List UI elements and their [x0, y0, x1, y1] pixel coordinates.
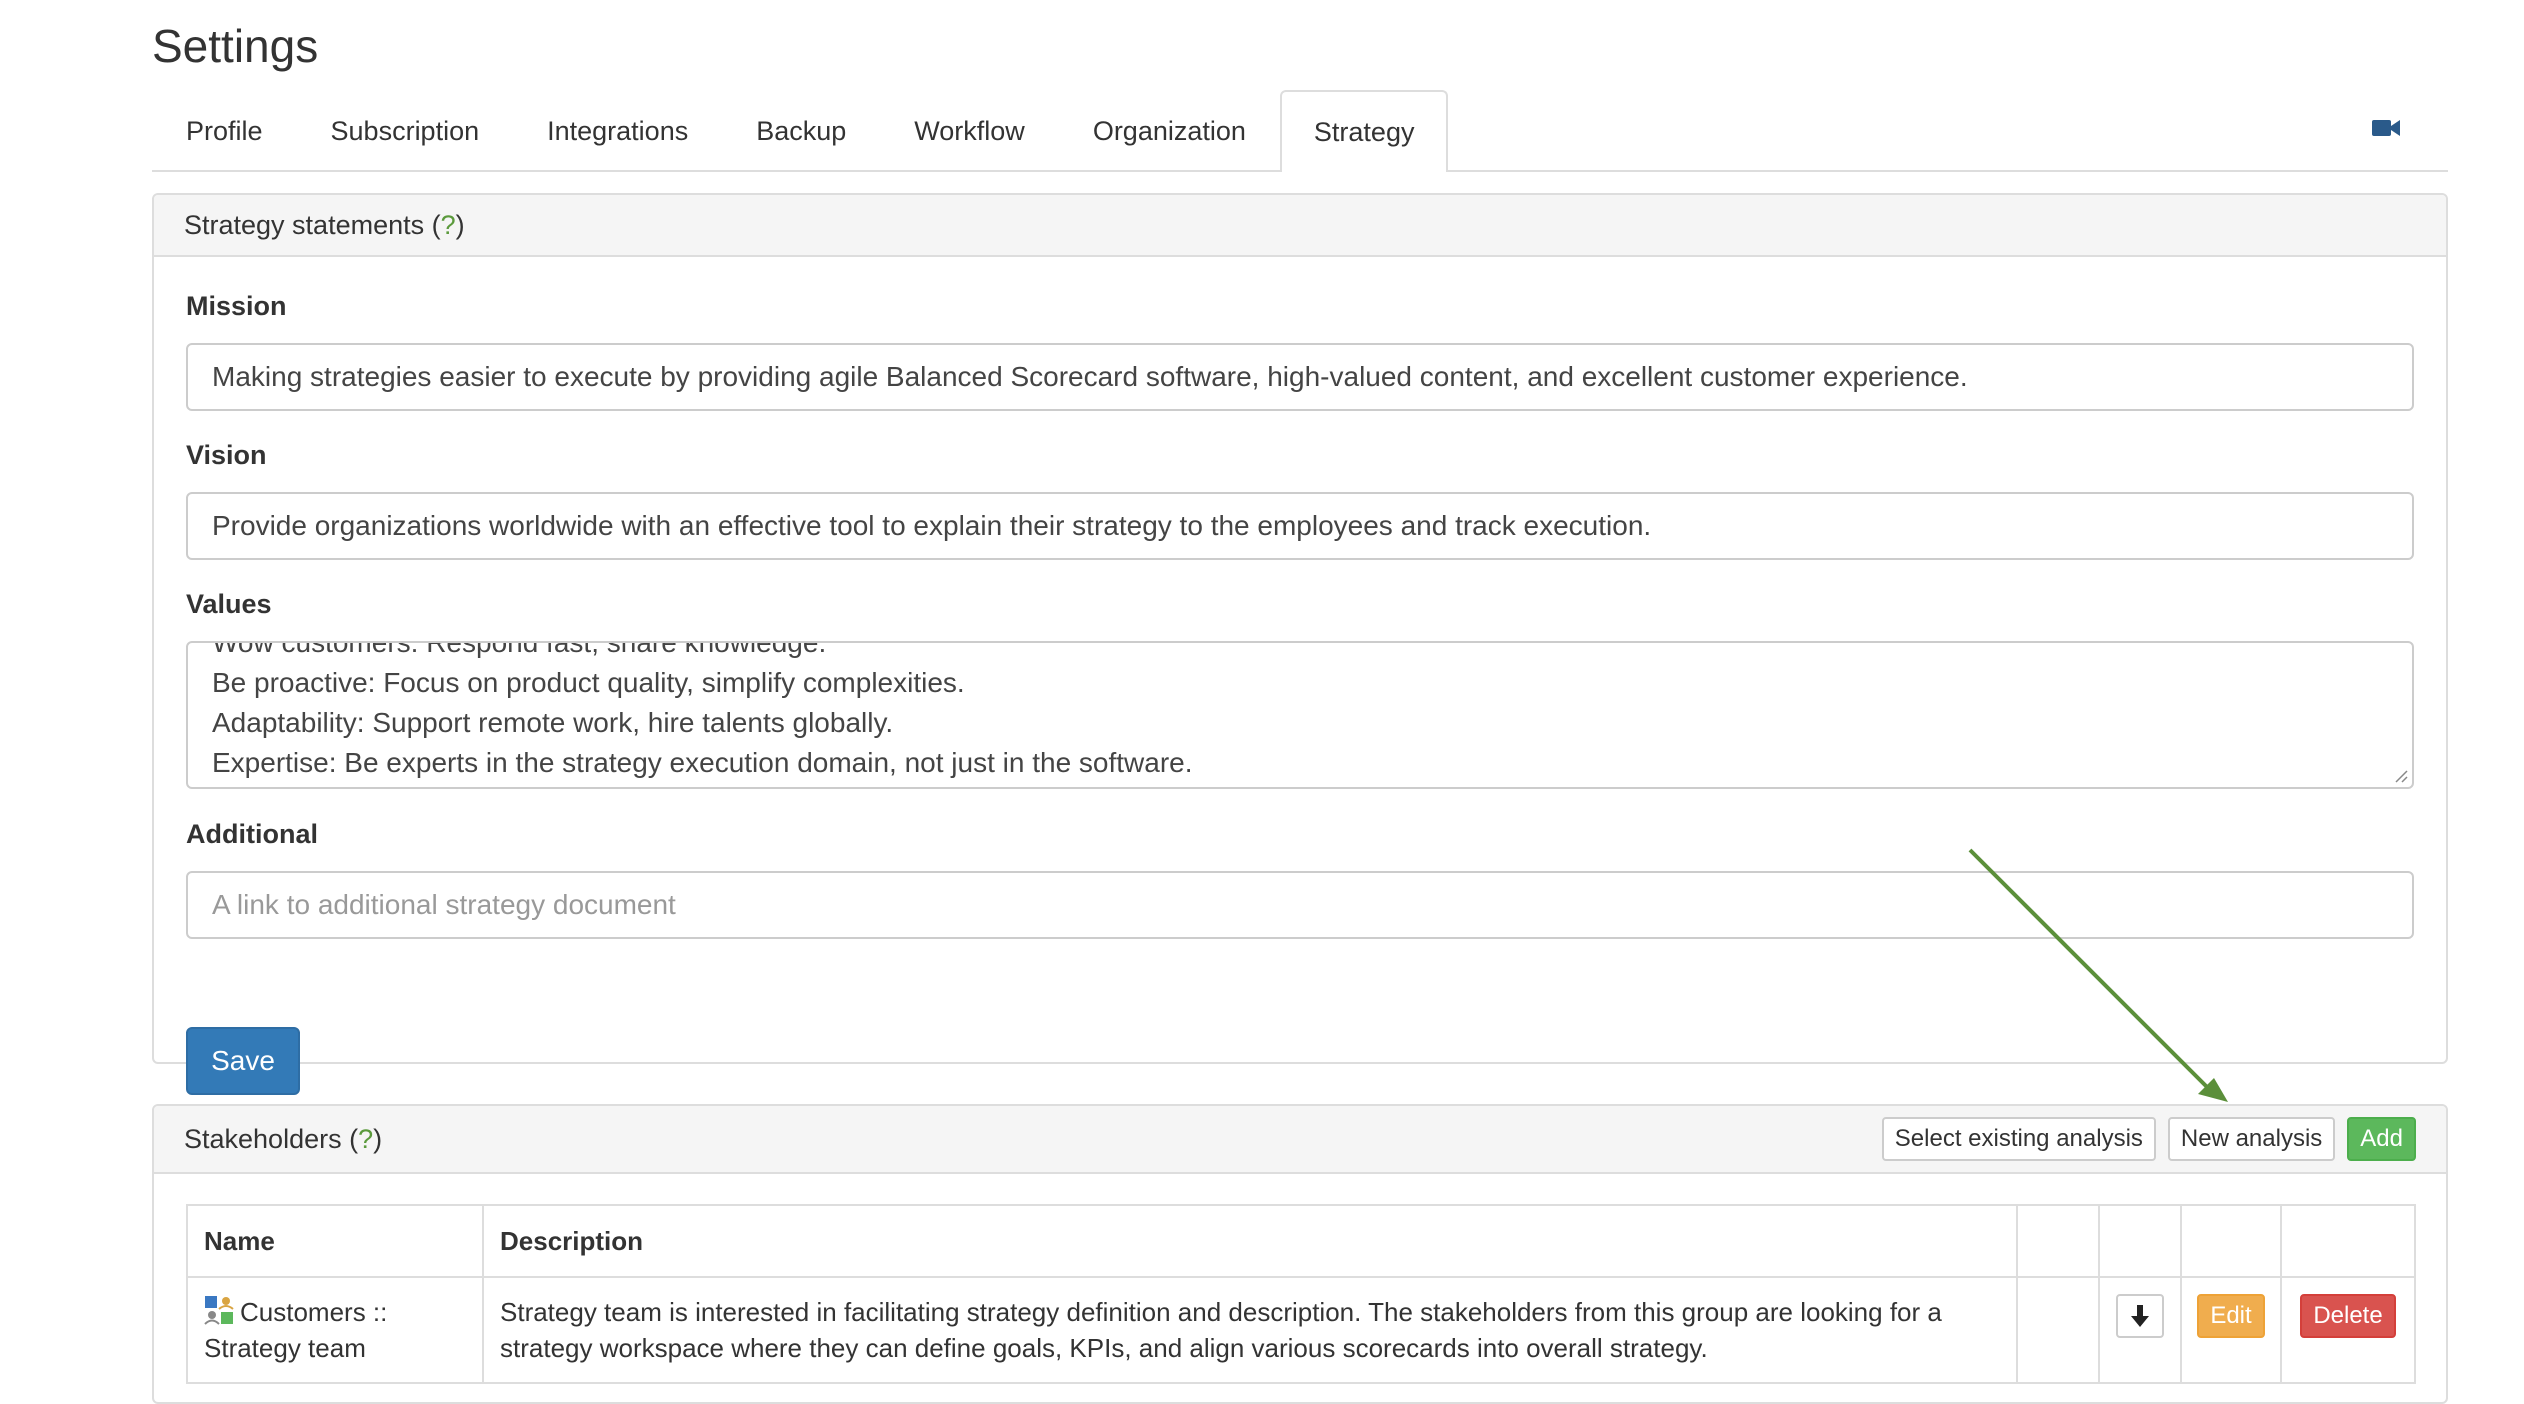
- additional-input[interactable]: A link to additional strategy document: [186, 871, 2414, 939]
- table-row: Customers :: Strategy team Strategy team…: [186, 1276, 2416, 1384]
- stakeholder-name-line[interactable]: Strategy team: [204, 1333, 366, 1363]
- stakeholders-actions: Select existing analysis New analysis Ad…: [1881, 1117, 2416, 1161]
- stakeholders-table-wrap: Name Description Customers:: Strategy t…: [186, 1204, 2416, 1384]
- arrow-down-icon: [2131, 1305, 2149, 1327]
- move-column-header: [2098, 1204, 2182, 1278]
- stakeholders-panel: Stakeholders (?) Select existing analysi…: [152, 1104, 2448, 1404]
- settings-tabs: Profile Subscription Integrations Backup…: [152, 90, 2448, 172]
- edit-column-header: [2180, 1204, 2282, 1278]
- strategy-heading-paren: ): [455, 209, 465, 240]
- stakeholders-heading: Stakeholders (?) Select existing analysi…: [154, 1106, 2446, 1174]
- edit-stakeholder-button[interactable]: Edit: [2197, 1294, 2265, 1338]
- delete-column-header: [2280, 1204, 2416, 1278]
- values-line: Be proactive: Focus on product quality, …: [212, 667, 965, 698]
- vision-input[interactable]: Provide organizations worldwide with an …: [186, 492, 2414, 560]
- stakeholders-heading-paren: ): [373, 1123, 383, 1154]
- stakeholder-group-icon: [204, 1296, 234, 1325]
- stakeholder-empty-cell: [2016, 1276, 2100, 1384]
- vision-label: Vision: [186, 440, 267, 470]
- select-existing-analysis-button[interactable]: Select existing analysis: [1881, 1117, 2156, 1161]
- stakeholders-help-link[interactable]: ?: [358, 1124, 373, 1154]
- name-column-header: Name: [186, 1204, 484, 1278]
- values-textarea[interactable]: Wow customers: Respond fast, share knowl…: [186, 641, 2414, 789]
- values-line: Wow customers: Respond fast, share knowl…: [212, 641, 827, 658]
- page-title: Settings: [152, 20, 319, 72]
- stakeholder-delete-cell: Delete: [2280, 1276, 2416, 1384]
- table-header-row: Name Description: [186, 1204, 2416, 1278]
- move-down-button[interactable]: [2116, 1294, 2164, 1338]
- strategy-help-link[interactable]: ?: [441, 210, 456, 241]
- tab-integrations[interactable]: Integrations: [513, 90, 722, 170]
- stakeholder-edit-cell: Edit: [2180, 1276, 2282, 1384]
- tab-workflow[interactable]: Workflow: [880, 90, 1059, 170]
- mission-input[interactable]: Making strategies easier to execute by p…: [186, 343, 2414, 411]
- tab-profile[interactable]: Profile: [152, 90, 297, 170]
- mission-label: Mission: [186, 291, 287, 321]
- tab-organization[interactable]: Organization: [1059, 90, 1280, 170]
- stakeholders-title: Stakeholders (: [184, 1123, 359, 1154]
- values-line: Expertise: Be experts in the strategy ex…: [212, 747, 1193, 778]
- values-line: Adaptability: Support remote work, hire …: [212, 707, 894, 738]
- strategy-statements-title: Strategy statements (: [184, 209, 441, 240]
- stakeholder-name-cell: Customers :: Strategy team: [186, 1276, 484, 1384]
- resize-grip-icon[interactable]: [2392, 767, 2408, 783]
- video-camera-icon[interactable]: [2372, 118, 2400, 138]
- delete-stakeholder-button[interactable]: Delete: [2300, 1294, 2396, 1338]
- description-column-header: Description: [482, 1204, 2018, 1278]
- add-stakeholder-button[interactable]: Add: [2347, 1117, 2416, 1161]
- stakeholder-description-cell: Strategy team is interested in facilitat…: [482, 1276, 2018, 1384]
- tab-subscription[interactable]: Subscription: [297, 90, 514, 170]
- tab-strategy[interactable]: Strategy: [1279, 90, 1449, 172]
- stakeholders-table: Name Description Customers:: Strategy t…: [186, 1204, 2416, 1384]
- save-button[interactable]: Save: [186, 1027, 300, 1095]
- values-label: Values: [186, 589, 272, 619]
- tab-backup[interactable]: Backup: [722, 90, 880, 170]
- strategy-statements-heading: Strategy statements (?): [154, 195, 2446, 257]
- strategy-statements-panel: Strategy statements (?) Mission Making s…: [152, 193, 2448, 1095]
- stakeholder-move-cell: [2098, 1276, 2182, 1384]
- stakeholder-name-line[interactable]: Customers ::: [240, 1297, 387, 1327]
- new-analysis-button[interactable]: New analysis: [2167, 1117, 2336, 1161]
- additional-label: Additional: [186, 819, 318, 849]
- empty-column-header: [2016, 1204, 2100, 1278]
